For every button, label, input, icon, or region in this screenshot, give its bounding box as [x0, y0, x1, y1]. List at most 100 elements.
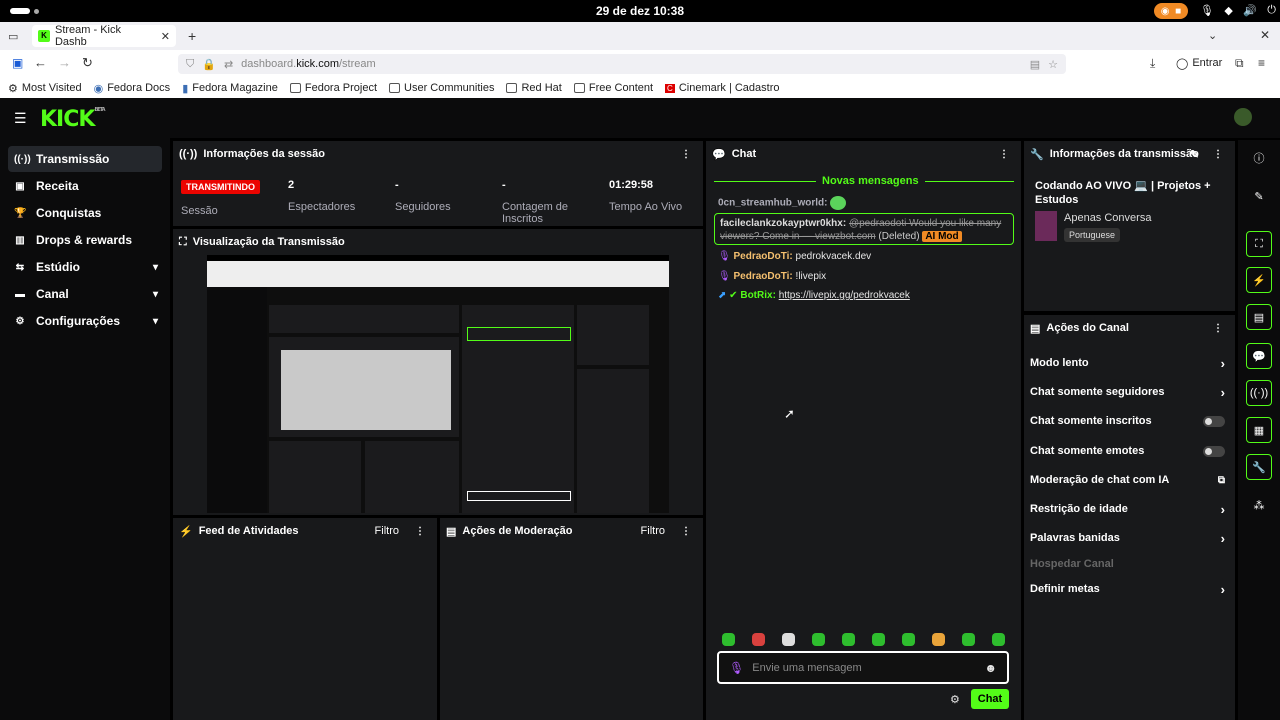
close-window-icon[interactable]: ✕: [1260, 28, 1270, 42]
close-tab-icon[interactable]: ✕: [161, 30, 170, 43]
moderation-filter-button[interactable]: Filtro: [641, 525, 665, 537]
more-options-icon[interactable]: ⋮: [999, 149, 1009, 160]
layout-icon[interactable]: ▦: [1246, 417, 1272, 443]
lightning-icon[interactable]: ⚡: [1246, 267, 1272, 293]
chat-username[interactable]: PedraoDoTi:: [733, 251, 792, 262]
wrench-icon[interactable]: 🔧: [1246, 454, 1272, 480]
emote-icon[interactable]: [872, 633, 885, 646]
action-age-restriction[interactable]: Restrição de idade ›: [1030, 499, 1225, 519]
sidebar-item-estudio[interactable]: ⇆ Estúdio ▾: [8, 254, 162, 280]
more-options-icon[interactable]: ⋮: [681, 526, 691, 537]
action-subscribers-only[interactable]: Chat somente inscritos: [1030, 411, 1225, 431]
shield-icon: ⛉: [186, 57, 195, 70]
bookmark-fedora-project[interactable]: Fedora Project: [289, 82, 377, 94]
stream-preview-video[interactable]: [207, 255, 669, 513]
more-options-icon[interactable]: ⋮: [681, 149, 691, 160]
emote-icon[interactable]: [752, 633, 765, 646]
chat-username[interactable]: PedraoDoTi:: [733, 271, 792, 282]
sidebar-item-transmissao[interactable]: ((·)) Transmissão: [8, 146, 162, 172]
chat-input[interactable]: 🎙 Envie uma mensagem ☻: [717, 651, 1009, 684]
new-tab-icon[interactable]: +: [188, 28, 196, 44]
chat-username[interactable]: 0cn_streamhub_world:: [718, 198, 827, 209]
chat-text: pedrokvacek.dev: [795, 251, 872, 262]
emote-icon: [830, 196, 847, 210]
address-bar[interactable]: ⛉ 🔒 ⇄ dashboard.kick.com/stream ▤ ☆: [178, 54, 1066, 74]
downloads-icon[interactable]: ⤓: [1150, 56, 1155, 71]
hamburger-menu-icon[interactable]: ☰: [14, 110, 27, 127]
feed-filter-button[interactable]: Filtro: [375, 525, 399, 537]
screen-recording-indicator[interactable]: ◉ ■: [1154, 3, 1188, 19]
lock-icon: 🔒: [202, 58, 216, 71]
category-name[interactable]: Apenas Conversa: [1064, 212, 1151, 224]
emotes-only-toggle[interactable]: [1203, 445, 1225, 457]
emote-icon[interactable]: [962, 633, 975, 646]
chat-message: ⬈ ✔ BotRix: https://livepix.gg/pedrokvac…: [718, 290, 910, 301]
sidebar-item-configuracoes[interactable]: ⚙ Configurações ▾: [8, 308, 162, 334]
chat-username[interactable]: BotRix:: [740, 290, 776, 301]
notes-icon[interactable]: ▤: [1246, 304, 1272, 330]
chat-username[interactable]: facileclankzokayptwr0khx:: [720, 218, 846, 229]
tab-overview-icon[interactable]: ▭: [8, 30, 18, 43]
os-clock[interactable]: 29 de dez 10:38: [560, 4, 720, 18]
action-followers-only[interactable]: Chat somente seguidores ›: [1030, 382, 1225, 402]
more-options-icon[interactable]: ⋮: [1213, 149, 1223, 160]
emote-icon[interactable]: [992, 633, 1005, 646]
more-options-icon[interactable]: ⋮: [415, 526, 425, 537]
right-tool-rail: ⓘ ✎ ⛶ ⚡ ▤ 💬 ((·)) ▦ 🔧 ⁂: [1238, 140, 1280, 720]
action-banned-words[interactable]: Palavras banidas ›: [1030, 528, 1225, 548]
action-emotes-only[interactable]: Chat somente emotes: [1030, 441, 1225, 461]
edit-pencil-icon[interactable]: ✎: [1246, 183, 1272, 209]
bookmark-red-hat[interactable]: Red Hat: [506, 82, 562, 94]
emote-icon[interactable]: [932, 633, 945, 646]
bookmark-fedora-magazine[interactable]: ▮ Fedora Magazine: [182, 82, 278, 95]
emote-icon[interactable]: [782, 633, 795, 646]
emote-icon[interactable]: [842, 633, 855, 646]
more-options-icon[interactable]: ⋮: [1213, 323, 1223, 334]
system-tray[interactable]: 🎙 ◆ 🔊 ⏻: [1200, 4, 1276, 17]
extensions-icon[interactable]: ⧉: [1235, 56, 1244, 71]
sidebar-item-receita[interactable]: ▣ Receita: [8, 173, 162, 199]
action-set-goals[interactable]: Definir metas ›: [1030, 579, 1225, 599]
emoji-icon[interactable]: ☻: [984, 661, 997, 675]
emote-icon[interactable]: [902, 633, 915, 646]
forward-icon[interactable]: →: [58, 55, 71, 70]
sidebar-item-drops[interactable]: ▥ Drops & rewards: [8, 227, 162, 253]
mic-icon: 🎙: [1200, 5, 1214, 17]
emote-icon[interactable]: [812, 633, 825, 646]
chat-link[interactable]: https://livepix.gg/pedrokvacek: [779, 290, 910, 301]
info-icon[interactable]: ⓘ: [1246, 145, 1272, 171]
kick-logo[interactable]: KICKBETA: [40, 107, 106, 132]
integrations-icon[interactable]: ⁂: [1246, 492, 1272, 518]
send-chat-button[interactable]: Chat: [971, 689, 1009, 709]
subscribers-only-toggle[interactable]: [1203, 415, 1225, 427]
action-slow-mode[interactable]: Modo lento ›: [1030, 353, 1225, 373]
back-icon[interactable]: ←: [34, 55, 47, 70]
browser-tab-active[interactable]: K Stream - Kick Dashb ✕: [32, 24, 176, 48]
gear-icon: ⚙: [15, 315, 25, 327]
bookmark-fedora-docs[interactable]: ◉ Fedora Docs: [94, 82, 171, 95]
bookmark-cinemark[interactable]: C Cinemark | Cadastro: [665, 82, 780, 94]
clip-icon[interactable]: ⛶: [1246, 231, 1272, 257]
emote-icon[interactable]: [722, 633, 735, 646]
reload-icon[interactable]: ↻: [82, 55, 93, 71]
edit-pencil-icon[interactable]: ✎: [1190, 148, 1199, 161]
chat-settings-gear-icon[interactable]: ⚙: [950, 693, 960, 706]
signin-button[interactable]: ◯ Entrar: [1176, 57, 1222, 70]
sidebar-item-conquistas[interactable]: 🏆 Conquistas: [8, 200, 162, 226]
bookmark-user-communities[interactable]: User Communities: [389, 82, 494, 94]
session-label: Sessão: [181, 205, 218, 217]
broadcast-icon[interactable]: ((·)): [1246, 380, 1272, 406]
preview-feed: [269, 441, 361, 513]
activities-indicator[interactable]: [10, 8, 30, 14]
sidebar-item-canal[interactable]: ▬ Canal ▾: [8, 281, 162, 307]
avatar[interactable]: [1234, 108, 1252, 126]
bookmark-most-visited[interactable]: ⚙ Most Visited: [8, 82, 82, 95]
chat-bubble-icon[interactable]: 💬: [1246, 343, 1272, 369]
tab-list-chevron-down-icon[interactable]: ⌄: [1208, 29, 1217, 42]
sidebar-toggle-icon[interactable]: ▣: [12, 56, 23, 70]
action-ai-moderation[interactable]: Moderação de chat com IA ⧉: [1030, 470, 1225, 490]
reader-mode-icon[interactable]: ▤: [1030, 58, 1040, 71]
bookmark-free-content[interactable]: Free Content: [573, 82, 653, 94]
bookmark-star-icon[interactable]: ☆: [1048, 58, 1058, 71]
menu-icon[interactable]: ≡: [1258, 56, 1265, 70]
